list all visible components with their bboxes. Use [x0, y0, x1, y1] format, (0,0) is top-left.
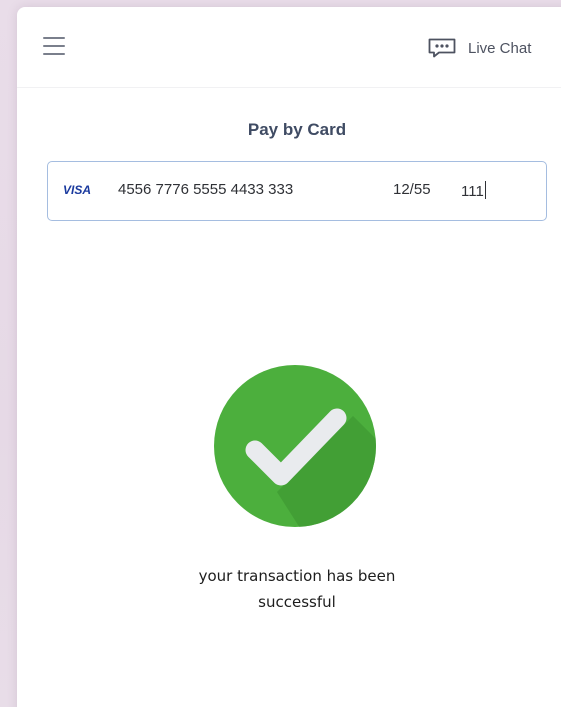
- payment-panel: Live Chat Pay by Card VISA 4556 7776 555…: [17, 7, 561, 707]
- card-expiry-input[interactable]: 12/55: [393, 181, 431, 198]
- chat-bubble-icon: [427, 38, 457, 58]
- header-bar: Live Chat: [17, 7, 561, 88]
- card-cvc-input[interactable]: 111: [461, 181, 486, 200]
- page-title: Pay by Card: [247, 120, 347, 139]
- card-input-field[interactable]: VISA 4556 7776 5555 4433 333 12/55 111: [47, 161, 547, 221]
- success-message-line2: successful: [258, 593, 336, 611]
- visa-logo: VISA: [63, 183, 92, 197]
- success-message: your transaction has been successful: [147, 563, 447, 615]
- live-chat-button[interactable]: Live Chat: [427, 37, 531, 59]
- success-message-line1: your transaction has been: [198, 567, 396, 585]
- live-chat-label: Live Chat: [468, 39, 532, 57]
- hamburger-menu-icon[interactable]: [43, 37, 65, 55]
- text-caret: [484, 181, 486, 199]
- checkmark-success-icon: [213, 364, 377, 528]
- card-number-input[interactable]: 4556 7776 5555 4433 333: [118, 181, 293, 198]
- card-cvc-value: 111: [461, 183, 484, 200]
